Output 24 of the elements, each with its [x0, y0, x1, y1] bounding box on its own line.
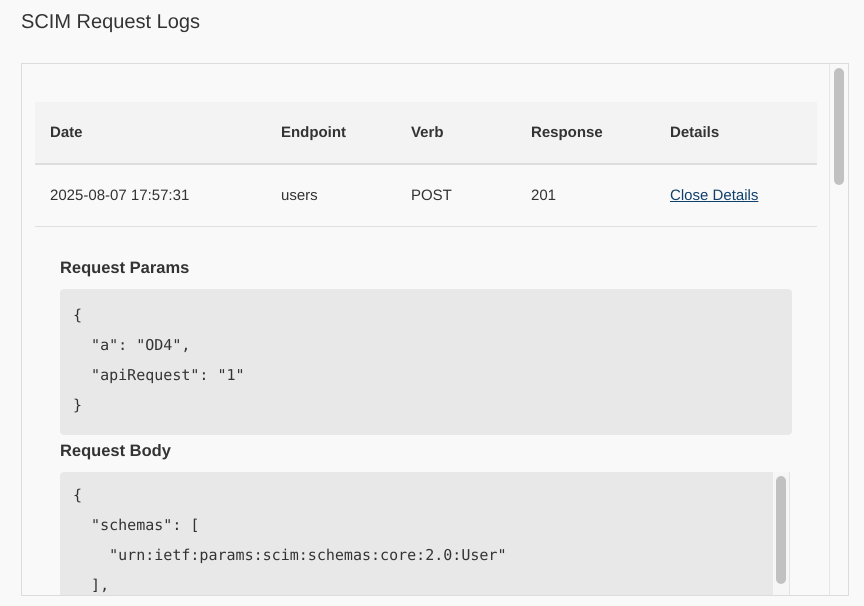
- scrollbar-thumb[interactable]: [776, 476, 786, 584]
- table-cell: users: [281, 186, 318, 204]
- column-header: Details: [670, 124, 720, 142]
- table-cell: 201: [531, 186, 556, 204]
- details-link[interactable]: Close Details: [670, 186, 758, 204]
- code-line: {: [73, 485, 84, 506]
- scrollbar-thumb[interactable]: [834, 68, 844, 185]
- section-heading: Request Body: [60, 441, 171, 461]
- code-line: {: [73, 305, 84, 326]
- table-cell: 2025-08-07 17:57:31: [50, 186, 190, 204]
- code-line: "a": "OD4",: [90, 335, 192, 356]
- code-line: }: [73, 395, 84, 416]
- column-header: Response: [531, 124, 603, 142]
- scrollbar[interactable]: [773, 472, 790, 595]
- code-line: "urn:ietf:params:scim:schemas:core:2.0:User": [108, 545, 508, 566]
- column-header: Endpoint: [281, 124, 346, 142]
- column-header: Date: [50, 124, 83, 142]
- section-heading: Request Params: [60, 258, 190, 278]
- page-title: SCIM Request Logs: [21, 10, 200, 34]
- table-cell: POST: [411, 186, 452, 204]
- code-line: ],: [90, 575, 110, 595]
- code-line: "apiRequest": "1": [90, 365, 246, 386]
- code-line: "schemas": [: [90, 515, 200, 536]
- column-header: Verb: [411, 124, 444, 142]
